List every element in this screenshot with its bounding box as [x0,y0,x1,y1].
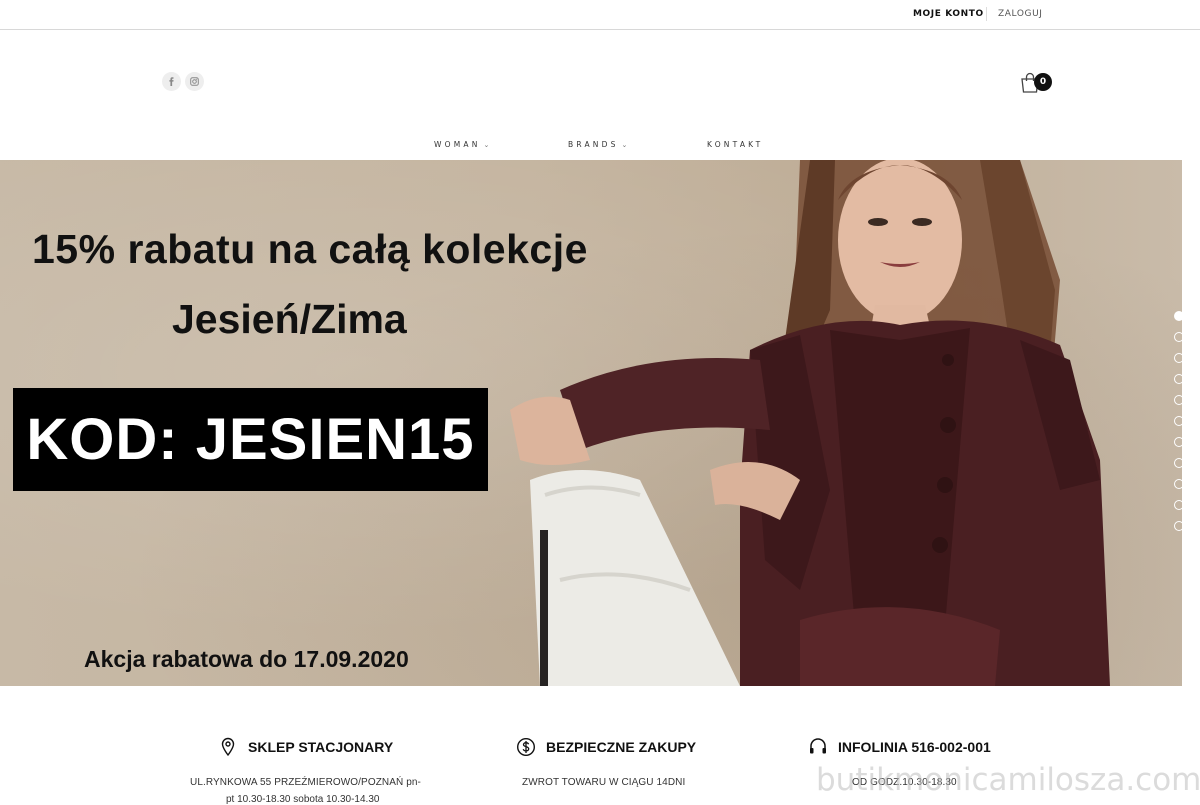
nav-item-kontakt[interactable]: KONTAKT [707,140,763,149]
login-link[interactable]: ZALOGUJ [998,9,1043,19]
slider-dot[interactable] [1174,332,1184,342]
slider-dot[interactable] [1174,521,1184,531]
slider-dot[interactable] [1174,500,1184,510]
hero-model-image [510,160,1110,686]
top-bar: MOJE KONTO ZALOGUJ [0,0,1200,30]
instagram-icon[interactable] [185,72,204,91]
slider-dot[interactable] [1174,353,1184,363]
feature-title: SKLEP STACJONARY [248,739,394,755]
nav-item-brands[interactable]: BRANDS ⌄ [568,140,627,149]
hero-headline: 15% rabatu na całą kolekcje [32,226,588,272]
hero-slider[interactable]: 15% rabatu na całą kolekcje Jesień/Zima … [0,160,1182,686]
slider-dot[interactable] [1174,416,1184,426]
slider-dot[interactable] [1174,311,1184,321]
feature-title: BEZPIECZNE ZAKUPY [546,739,697,755]
top-bar-divider [986,7,987,21]
map-pin-icon [221,737,235,757]
feature-secure-shopping: BEZPIECZNE ZAKUPY [516,737,696,757]
slider-dot[interactable] [1174,437,1184,447]
slider-dot[interactable] [1174,458,1184,468]
facebook-icon[interactable] [162,72,181,91]
chevron-down-icon: ⌄ [483,140,490,149]
nav-item-label: KONTAKT [707,140,764,149]
my-account-link[interactable]: MOJE KONTO [913,9,984,19]
nav-item-woman[interactable]: WOMAN ⌄ [434,140,489,149]
discount-code: KOD: JESIEN15 [26,407,475,472]
cart-count-badge: 0 [1034,73,1052,91]
slider-dot[interactable] [1174,395,1184,405]
slider-dot[interactable] [1174,374,1184,384]
nav-item-label: WOMAN [434,140,481,149]
promotion-end-date: Akcja rabatowa do 17.09.2020 [84,646,409,672]
feature-description: UL.RYNKOWA 55 PRZEŹMIEROWO/POZNAŃ pn- [190,777,421,788]
site-watermark: butikmonicamilosza.com.pl [816,762,1200,798]
nav-item-label: BRANDS [568,140,619,149]
discount-code-box: KOD: JESIEN15 [13,388,488,491]
slider-dot[interactable] [1174,479,1184,489]
dollar-coin-icon [516,737,536,757]
feature-hotline: INFOLINIA 516-002-001 [808,737,991,757]
hero-season: Jesień/Zima [172,296,407,342]
chevron-down-icon: ⌄ [621,140,628,149]
slider-pagination [1174,311,1184,531]
feature-description: ZWROT TOWARU W CIĄGU 14DNI [522,777,686,788]
feature-store: SKLEP STACJONARY [218,737,393,757]
headset-icon [810,738,826,754]
feature-title: INFOLINIA 516-002-001 [838,739,991,755]
